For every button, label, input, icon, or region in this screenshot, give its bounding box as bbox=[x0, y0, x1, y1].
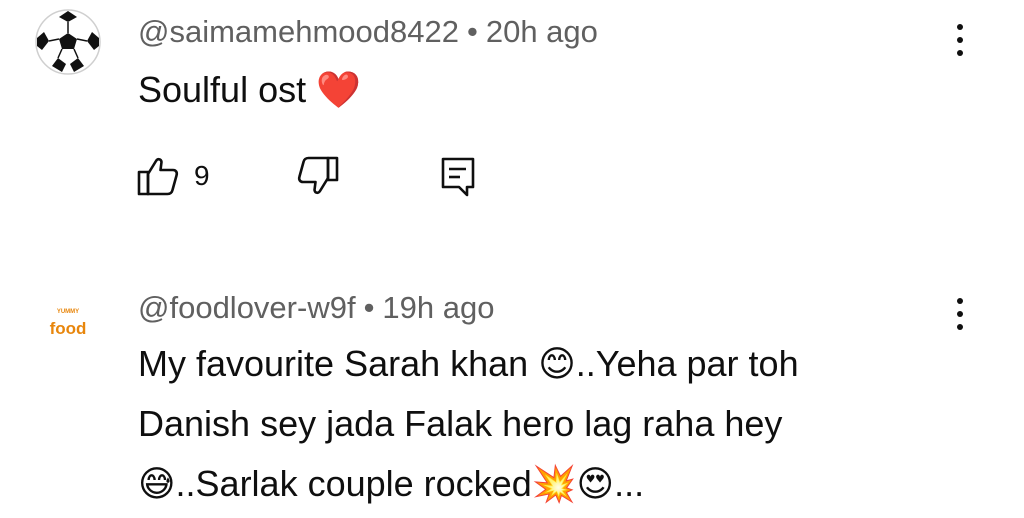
comment-text-line: Danish sey jada Falak hero lag raha hey bbox=[138, 403, 783, 444]
comment-reply-icon bbox=[441, 157, 475, 197]
food-logo-icon: YUMMY food bbox=[50, 309, 87, 338]
dot-icon bbox=[957, 50, 963, 56]
like-count: 9 bbox=[194, 160, 210, 191]
more-options-button[interactable] bbox=[948, 294, 972, 334]
svg-text:YUMMY: YUMMY bbox=[57, 309, 79, 315]
comment-text: My favourite Sarah khan 😊..Yeha par toh … bbox=[138, 334, 799, 514]
avatar[interactable]: YUMMY food bbox=[34, 290, 102, 358]
comment-text: Soulful ost ❤️ bbox=[138, 60, 361, 120]
comment-time[interactable]: 20h ago bbox=[486, 14, 598, 49]
dislike-button[interactable] bbox=[296, 155, 340, 197]
comment-time[interactable]: 19h ago bbox=[382, 290, 494, 325]
comment-meta: @foodlover-w9f • 19h ago bbox=[138, 290, 494, 326]
more-options-button[interactable] bbox=[948, 20, 972, 60]
comment-text-line: My favourite Sarah khan 😊..Yeha par toh bbox=[138, 343, 799, 384]
comment-actions: 9 bbox=[136, 155, 536, 201]
dot-icon bbox=[957, 298, 963, 304]
comment-text-line: Soulful ost ❤️ bbox=[138, 69, 361, 110]
soccer-ball-icon bbox=[35, 9, 101, 75]
comment-meta: @saimamehmood8422 • 20h ago bbox=[138, 14, 598, 50]
dot-icon bbox=[957, 311, 963, 317]
reply-button[interactable] bbox=[438, 155, 478, 199]
dot-icon bbox=[957, 37, 963, 43]
comment-item: @saimamehmood8422 • 20h ago Soulful ost ❤️… bbox=[0, 0, 1024, 240]
logo-text: food bbox=[50, 319, 87, 338]
meta-separator: • bbox=[466, 14, 478, 49]
like-button[interactable]: 9 bbox=[136, 155, 210, 197]
author-handle[interactable]: @foodlover-w9f bbox=[138, 290, 356, 325]
meta-separator: • bbox=[363, 290, 375, 325]
thumbs-up-icon bbox=[137, 157, 179, 196]
author-handle[interactable]: @saimamehmood8422 bbox=[138, 14, 459, 49]
comment-text-line: 😅..Sarlak couple rocked💥😍... bbox=[138, 463, 645, 504]
dot-icon bbox=[957, 324, 963, 330]
avatar[interactable] bbox=[34, 8, 102, 76]
comment-item: YUMMY food @foodlover-w9f • 19h ago My fav… bbox=[0, 278, 1024, 518]
dot-icon bbox=[957, 24, 963, 30]
thumbs-down-icon bbox=[297, 156, 339, 195]
